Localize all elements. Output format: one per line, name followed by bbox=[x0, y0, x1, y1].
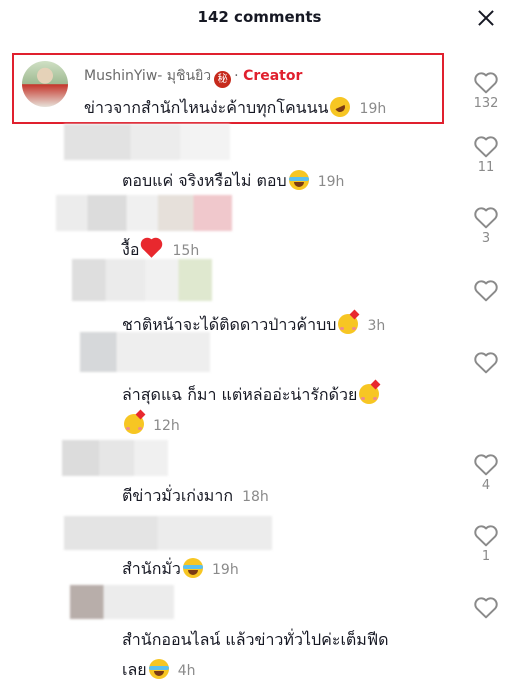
reply-body: งื้อ bbox=[122, 240, 140, 259]
comment-author[interactable]: MushinYiw- มุชินยิว秘 · Creator bbox=[84, 65, 302, 88]
smiling-hearts-emoji-icon bbox=[359, 384, 380, 404]
redacted-avatar bbox=[70, 585, 174, 619]
reply-text: ชาติหน้าจะได้ติดดาวป่าวค้าบบ 3h bbox=[122, 313, 385, 338]
reply-text: ล่าสุดแฉ ก็มา แต่หล่ออ่ะน่ารักด้วย bbox=[122, 383, 380, 408]
redacted-avatar bbox=[64, 516, 272, 550]
heart-outline-icon bbox=[474, 207, 498, 229]
reply-time: 19h bbox=[317, 174, 345, 190]
reply-text: ตอบแค่ จริงหรือไม่ ตอบ 19h bbox=[122, 169, 344, 194]
separator-dot: · bbox=[234, 68, 239, 84]
smiling-hearts-emoji-icon bbox=[338, 314, 359, 334]
like-button[interactable] bbox=[462, 278, 510, 302]
reply-text: ตีข่าวมั่วเก่งมาก 18h bbox=[122, 484, 269, 509]
redacted-avatar bbox=[64, 124, 230, 160]
author-name: MushinYiw- มุชินยิว bbox=[84, 68, 212, 84]
like-count: 3 bbox=[481, 231, 491, 246]
redacted-avatar bbox=[72, 259, 212, 301]
creator-badge: Creator bbox=[243, 68, 303, 84]
joy-emoji-icon bbox=[182, 558, 203, 578]
redacted-avatar bbox=[80, 332, 210, 372]
joy-emoji-icon bbox=[288, 170, 309, 190]
reply-time: 15h bbox=[172, 243, 200, 259]
like-button[interactable]: 1 bbox=[462, 523, 510, 565]
seal-icon: 秘 bbox=[214, 71, 232, 88]
heart-outline-icon bbox=[474, 597, 498, 619]
reply-text: งื้อ 15h bbox=[122, 238, 199, 263]
smiling-hearts-emoji-icon bbox=[124, 414, 144, 434]
reply-text: สำนักออนไลน์ แล้วข่าวทั่วไปค่ะเต็มฟีด bbox=[122, 628, 389, 653]
comments-count-title: 142 comments bbox=[197, 8, 322, 26]
reply-time: 19h bbox=[212, 562, 239, 578]
comment-text: ข่าวจากสำนักไหนง่ะค้าบทุกโคนนน 19h bbox=[84, 93, 387, 121]
redacted-avatar bbox=[62, 440, 168, 476]
like-count: 1 bbox=[481, 549, 491, 564]
reply-body: สำนักออนไลน์ แล้วข่าวทั่วไปค่ะเต็มฟีด bbox=[122, 630, 389, 649]
like-button[interactable]: 3 bbox=[462, 205, 510, 247]
red-heart-emoji-icon bbox=[142, 239, 162, 258]
reply-body: ตอบแค่ จริงหรือไม่ ตอบ bbox=[122, 171, 287, 190]
like-count: 11 bbox=[477, 160, 495, 175]
comment-time: 19h bbox=[359, 101, 387, 117]
comment-body: ข่าวจากสำนักไหนง่ะค้าบทุกโคนนน bbox=[84, 98, 329, 117]
heart-outline-icon bbox=[474, 136, 498, 158]
reply-body: เลย bbox=[122, 660, 147, 679]
joy-emoji-icon bbox=[148, 659, 169, 679]
heart-outline-icon bbox=[474, 72, 498, 94]
avatar[interactable] bbox=[22, 61, 68, 107]
heart-outline-icon bbox=[474, 352, 498, 374]
like-count: 132 bbox=[473, 96, 499, 111]
reply-time: 12h bbox=[153, 418, 180, 434]
reply-body: ล่าสุดแฉ ก็มา แต่หล่ออ่ะน่ารักด้วย bbox=[122, 385, 358, 404]
reply-time-line: 12h bbox=[122, 414, 180, 434]
redacted-avatar bbox=[56, 195, 232, 231]
like-button[interactable]: 132 bbox=[462, 70, 510, 112]
heart-outline-icon bbox=[474, 280, 498, 302]
close-icon[interactable] bbox=[477, 9, 495, 27]
like-button[interactable] bbox=[462, 595, 510, 619]
rofl-emoji-icon bbox=[327, 93, 354, 121]
heart-outline-icon bbox=[474, 525, 498, 547]
reply-time: 18h bbox=[242, 489, 269, 505]
reply-body: สำนักมั่ว bbox=[122, 559, 181, 578]
reply-body: ตีข่าวมั่วเก่งมาก bbox=[122, 486, 234, 505]
like-count: 4 bbox=[481, 478, 491, 493]
like-button[interactable]: 4 bbox=[462, 452, 510, 494]
reply-text-line2: เลย 4h bbox=[122, 658, 196, 683]
reply-time: 4h bbox=[177, 663, 196, 679]
reply-time: 3h bbox=[367, 318, 386, 334]
like-button[interactable]: 11 bbox=[462, 134, 510, 176]
reply-text: สำนักมั่ว 19h bbox=[122, 557, 239, 582]
comments-header: 142 comments bbox=[0, 0, 519, 36]
like-button[interactable] bbox=[462, 350, 510, 374]
reply-body: ชาติหน้าจะได้ติดดาวป่าวค้าบบ bbox=[122, 315, 337, 334]
heart-outline-icon bbox=[474, 454, 498, 476]
